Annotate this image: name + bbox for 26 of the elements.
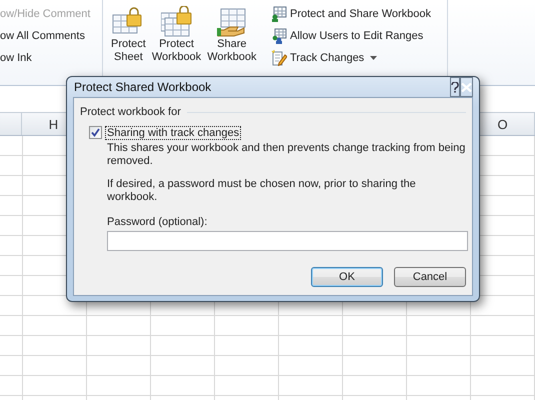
help-icon bbox=[451, 82, 459, 92]
help-button[interactable] bbox=[450, 77, 460, 97]
ribbon-button[interactable]: Track Changes bbox=[271, 50, 447, 66]
description-text: If desired, a password must be chosen now, prior to sharing the workbook. bbox=[107, 178, 417, 204]
checkbox[interactable] bbox=[89, 126, 102, 139]
ribbon-button[interactable]: Allow Users to Edit Ranges bbox=[271, 28, 447, 44]
page-pencil-icon bbox=[271, 50, 287, 66]
field-label: Password (optional): bbox=[107, 216, 208, 228]
dialog-title: Protect Shared Workbook bbox=[73, 80, 212, 94]
sheet-hand-icon bbox=[216, 6, 248, 38]
dialog-button[interactable]: Cancel bbox=[394, 267, 466, 287]
ribbon-button[interactable]: Protect Workbook bbox=[150, 4, 204, 66]
ribbon-command[interactable]: ow Ink bbox=[0, 50, 102, 66]
close-button[interactable] bbox=[460, 77, 473, 97]
sheet-people-icon bbox=[271, 6, 287, 22]
password-field[interactable] bbox=[107, 231, 468, 251]
description-text: This shares your workbook and then prevents change tracking from being removed. bbox=[107, 142, 466, 168]
sheet-users-icon bbox=[271, 28, 287, 44]
ribbon-button[interactable]: Share Workbook bbox=[205, 4, 259, 66]
ribbon-command[interactable]: ow All Comments bbox=[0, 28, 102, 44]
ribbon-button[interactable]: Protect Sheet bbox=[109, 4, 148, 66]
dialog-button[interactable]: OK bbox=[311, 267, 383, 287]
checkbox-label[interactable]: Sharing with track changes bbox=[106, 126, 240, 138]
close-icon bbox=[461, 82, 472, 92]
ribbon-button[interactable]: Protect and Share Workbook bbox=[271, 6, 447, 22]
locked-workbook-icon bbox=[160, 6, 193, 38]
